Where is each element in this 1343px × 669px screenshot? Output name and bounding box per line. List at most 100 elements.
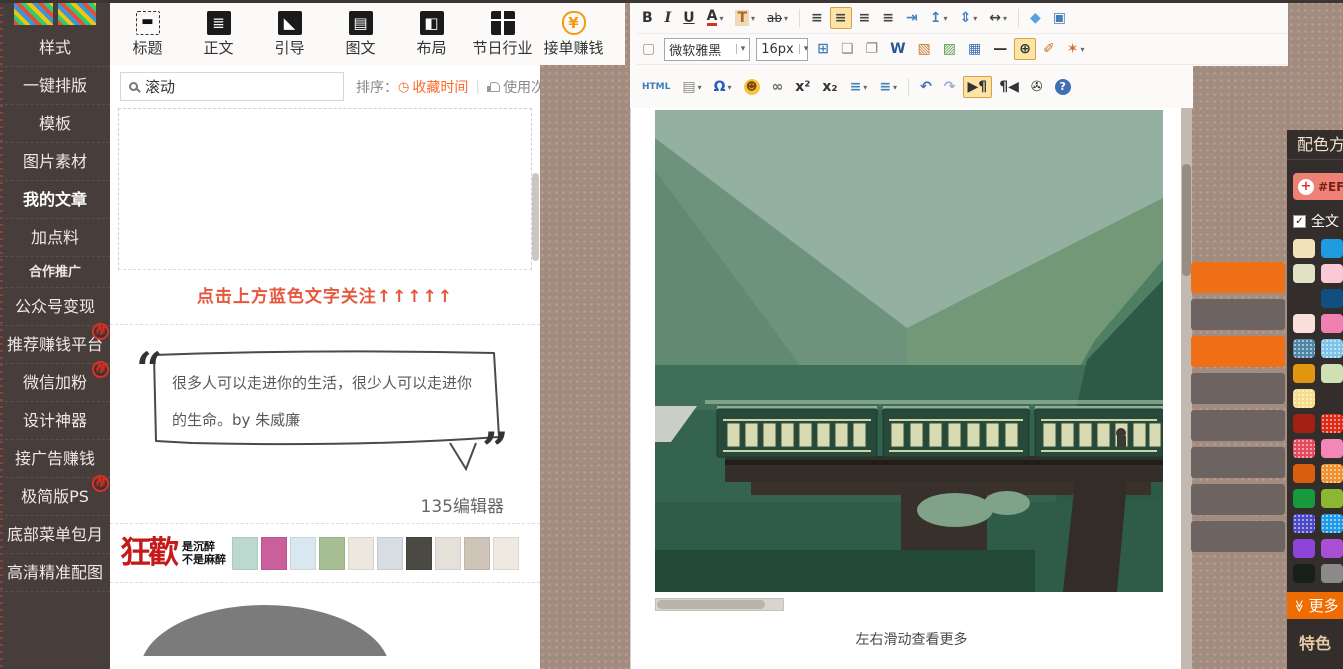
style-item-ellipse[interactable] xyxy=(110,583,540,656)
page-preview-icon[interactable]: ▤ ▾ xyxy=(677,76,706,98)
sidebar-item-extras[interactable]: 加点料 xyxy=(0,219,110,257)
emoji-icon[interactable]: ☻ xyxy=(739,76,765,98)
sidebar-item-my-articles[interactable]: 我的文章 xyxy=(0,181,110,219)
color-swatch[interactable] xyxy=(1293,364,1315,383)
sidebar-item-hd-images[interactable]: 高清精准配图 xyxy=(0,554,110,592)
color-swatch[interactable] xyxy=(1293,464,1315,483)
sidebar-item-bottom-menu[interactable]: 底部菜单包月 xyxy=(0,516,110,554)
strikethrough-icon[interactable]: ab ▾ xyxy=(762,7,793,29)
sidebar-section-cooperation[interactable]: 合作推广 xyxy=(0,257,110,288)
word-import-icon[interactable]: W xyxy=(885,38,910,60)
style-item-banner[interactable]: 狂歡 是沉醉 不是麻醉 xyxy=(110,524,540,583)
image-horizontal-scrollbar[interactable] xyxy=(655,598,784,611)
special-char-icon[interactable]: Ω ▾ xyxy=(709,76,737,98)
style-item-follow-hint[interactable]: 点击上方蓝色文字关注↑↑↑↑↑ xyxy=(110,270,540,325)
paste-image-icon[interactable]: ❐ xyxy=(861,38,884,60)
style-item-scroll-text[interactable] xyxy=(118,108,532,270)
editor-canvas[interactable]: 左右滑动查看更多 xyxy=(630,108,1192,669)
color-swatch[interactable] xyxy=(1293,539,1315,558)
sort-by-favorite-time[interactable]: 收藏时间 xyxy=(398,77,468,97)
sidebar-item-earn-platform[interactable]: 推荐赚钱平台 荐 xyxy=(0,326,110,364)
sidebar-item-styles[interactable]: 样式 xyxy=(0,29,110,67)
find-replace-icon[interactable]: ✇ xyxy=(1026,76,1048,98)
line-spacing-icon[interactable]: ⇕ ▾ xyxy=(954,7,982,29)
font-family-select[interactable]: 微软雅黑▾ xyxy=(664,38,750,61)
tab-festival-industry[interactable]: 节日行业 xyxy=(467,11,538,58)
bold-icon[interactable]: B xyxy=(637,7,658,29)
unordered-list-icon[interactable]: ≡ ▾ xyxy=(874,76,902,98)
one-click-format-icon[interactable]: ✶ ▾ xyxy=(1062,38,1090,60)
fullscreen-icon[interactable]: ▣ xyxy=(1048,7,1071,29)
image-horizontal-scrollbar-thumb[interactable] xyxy=(657,600,765,609)
style-item-quote-bubble[interactable]: “ ” 很多人可以走进你的生活，很少人可以走进你的生命。by 朱威廉 135编辑… xyxy=(110,325,540,524)
search-input[interactable] xyxy=(145,78,335,96)
ordered-list-icon[interactable]: ≡ ▾ xyxy=(845,76,873,98)
tab-body-styles[interactable]: ≣ 正文 xyxy=(183,11,254,58)
color-swatch[interactable] xyxy=(1293,439,1315,458)
sidebar-item-image-assets[interactable]: 图片素材 xyxy=(0,143,110,181)
screenshot-icon[interactable]: ❏ xyxy=(836,38,859,60)
link-icon[interactable]: ∞ xyxy=(767,76,789,98)
color-swatch[interactable] xyxy=(1321,514,1343,533)
import-article-button[interactable] xyxy=(1191,373,1285,404)
sidebar-item-monetize[interactable]: 公众号变现 xyxy=(0,288,110,326)
align-left-icon[interactable]: ≡ xyxy=(806,7,828,29)
color-swatch[interactable] xyxy=(1321,439,1343,458)
local-image-icon[interactable]: ▨ xyxy=(938,38,961,60)
sidebar-item-one-click-layout[interactable]: 一键排版 xyxy=(0,67,110,105)
color-swatch[interactable] xyxy=(1321,339,1343,358)
video-icon[interactable]: ▦ xyxy=(963,38,986,60)
table-icon[interactable]: ⊞ xyxy=(812,38,834,60)
redo-icon[interactable]: ↷ xyxy=(939,76,961,98)
tab-layout-styles[interactable]: ◧ 布局 xyxy=(396,11,467,58)
color-swatch[interactable] xyxy=(1321,364,1343,383)
html-source-icon[interactable]: HTML xyxy=(637,76,675,98)
color-swatch[interactable] xyxy=(1293,564,1315,583)
more-functions-button[interactable] xyxy=(1191,521,1285,552)
sidebar-item-design-tool[interactable]: 设计神器 xyxy=(0,402,110,440)
color-swatch[interactable] xyxy=(1321,489,1343,508)
phone-preview-button[interactable] xyxy=(1191,447,1285,478)
rtl-paragraph-icon[interactable]: ¶◀ xyxy=(994,76,1024,98)
color-swatch[interactable] xyxy=(1321,314,1343,333)
style-panel-scrollbar[interactable] xyxy=(532,173,539,261)
new-doc-icon[interactable]: ▢ xyxy=(637,38,660,60)
font-size-select[interactable]: 16px▾ xyxy=(756,38,808,61)
cloud-draft-button[interactable] xyxy=(1191,484,1285,515)
highlight-color-icon[interactable]: T ▾ xyxy=(730,7,760,29)
add-color-button[interactable]: + #EF8 xyxy=(1293,173,1343,200)
margin-icon[interactable]: ↔ ▾ xyxy=(984,7,1012,29)
editor-vertical-scrollbar-thumb[interactable] xyxy=(1182,164,1191,276)
color-swatch[interactable] xyxy=(1293,389,1315,408)
app-logo[interactable] xyxy=(14,3,96,25)
sidebar-item-templates[interactable]: 模板 xyxy=(0,105,110,143)
clear-new-button[interactable] xyxy=(1191,410,1285,441)
color-swatch[interactable] xyxy=(1321,539,1343,558)
superscript-icon[interactable]: x² xyxy=(790,76,815,98)
color-swatch[interactable] xyxy=(1293,414,1315,433)
align-justify-icon[interactable]: ≡ xyxy=(877,7,899,29)
color-swatch[interactable] xyxy=(1293,314,1315,333)
save-article-button[interactable] xyxy=(1191,336,1285,367)
color-swatch[interactable] xyxy=(1321,414,1343,433)
ltr-paragraph-icon[interactable]: ▶¶ xyxy=(963,76,993,98)
first-line-indent-icon[interactable]: ⇥ xyxy=(901,7,923,29)
image-icon[interactable]: ▧ xyxy=(913,38,936,60)
horizontal-rule-icon[interactable]: — xyxy=(988,38,1012,60)
underline-icon[interactable]: U xyxy=(678,7,699,29)
tab-take-orders-earn[interactable]: ¥ 接单赚钱 xyxy=(538,11,609,58)
help-icon[interactable]: ? xyxy=(1050,76,1076,98)
color-swatch[interactable] xyxy=(1293,339,1315,358)
font-color-icon[interactable]: A ▾ xyxy=(702,7,729,29)
color-swatch[interactable] xyxy=(1293,514,1315,533)
color-swatch[interactable] xyxy=(1321,289,1343,308)
insert-card-icon[interactable]: ⊕ xyxy=(1014,38,1036,60)
align-right-icon[interactable]: ≡ xyxy=(854,7,876,29)
italic-icon[interactable]: I xyxy=(660,7,677,29)
wechat-copy-button[interactable] xyxy=(1191,262,1285,293)
color-swatch[interactable] xyxy=(1293,264,1315,283)
color-swatch[interactable] xyxy=(1321,564,1343,583)
subscript-icon[interactable]: x₂ xyxy=(817,76,842,98)
align-center-icon[interactable]: ≡ xyxy=(830,7,852,29)
color-swatch[interactable] xyxy=(1321,239,1343,258)
